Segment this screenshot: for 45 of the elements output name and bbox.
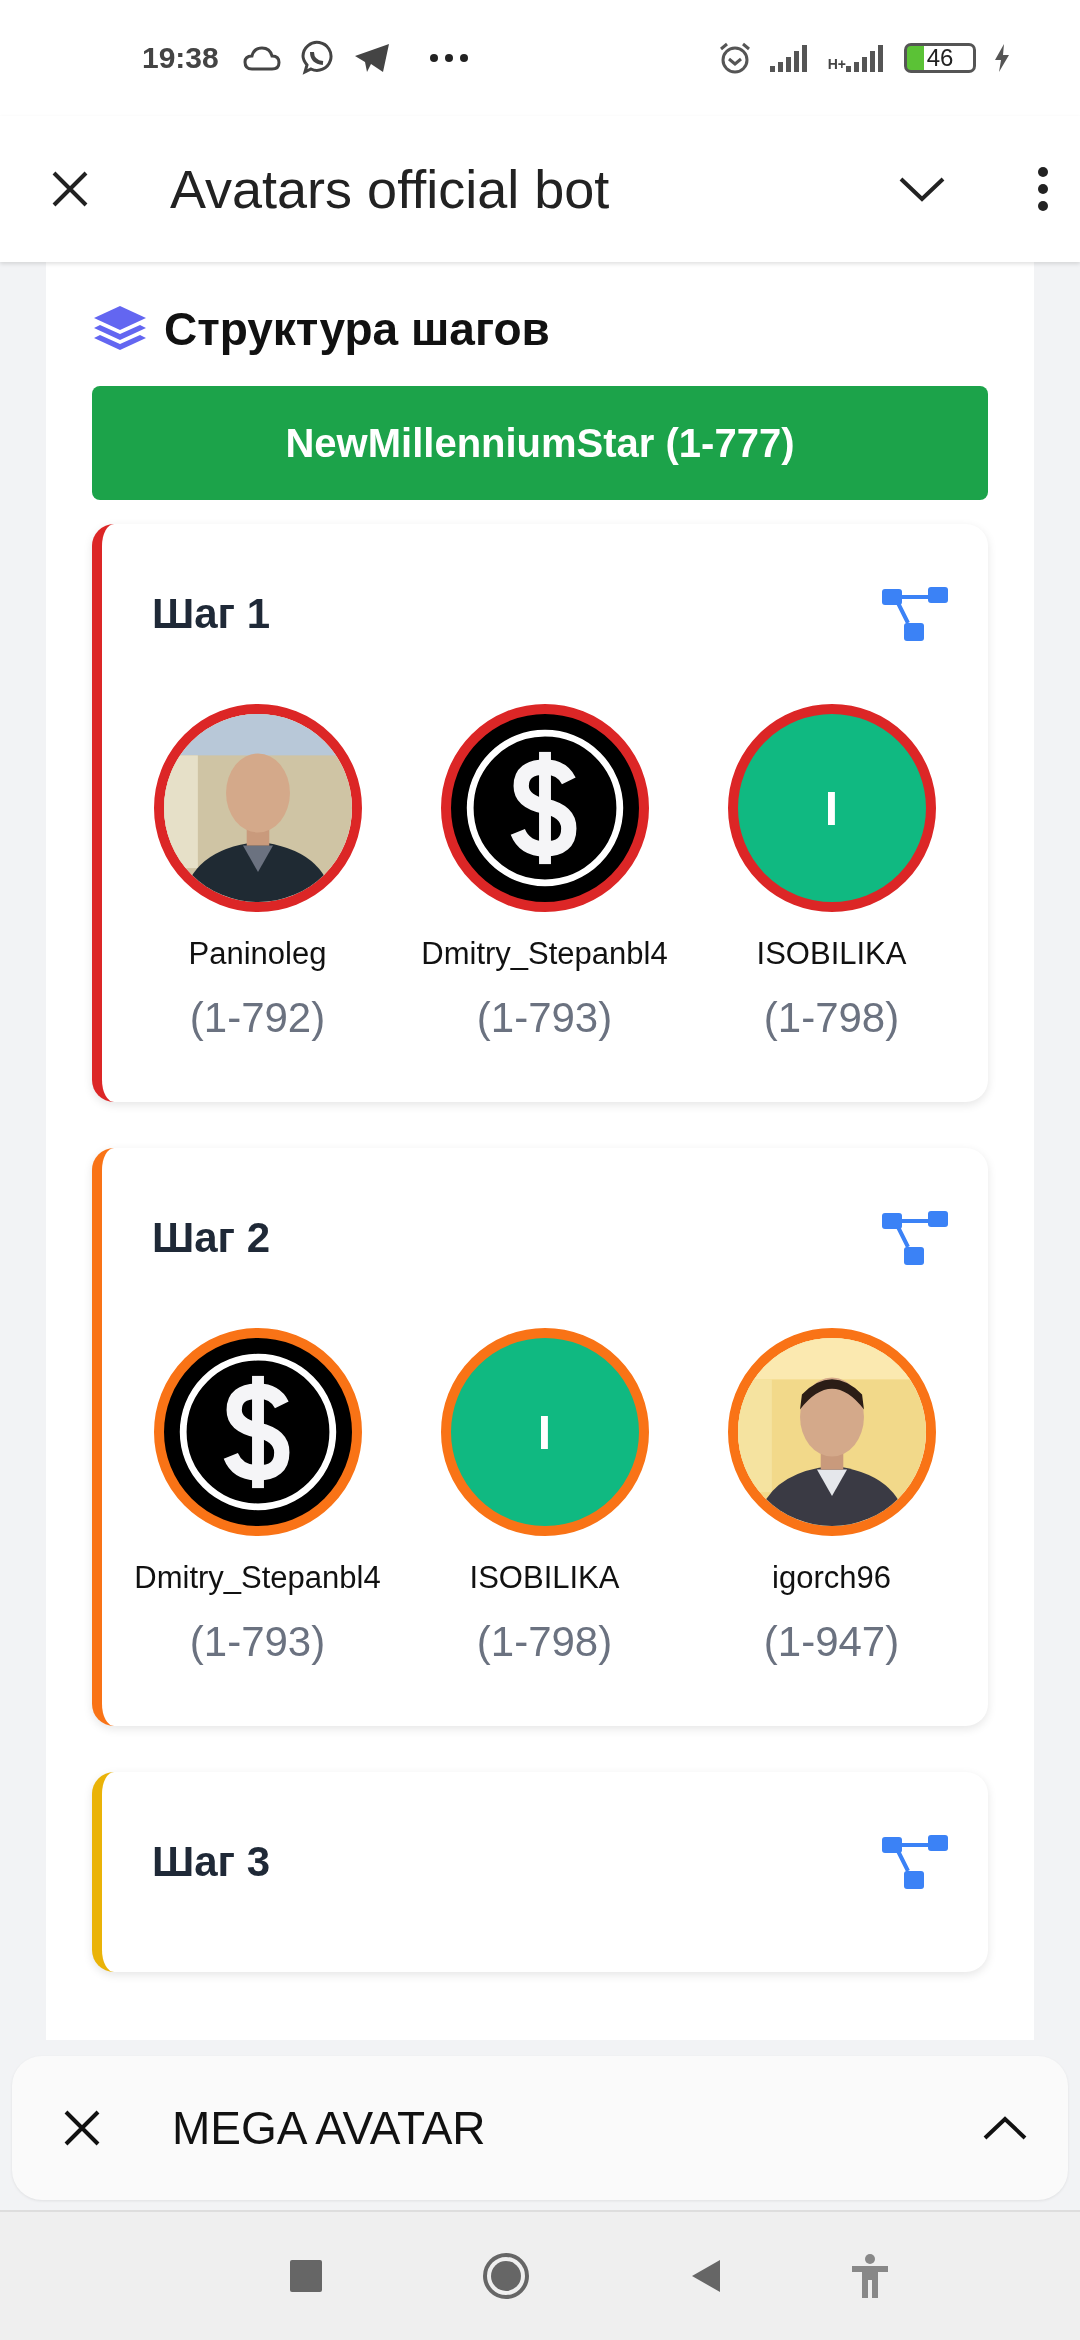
more-vertical-icon[interactable] bbox=[1036, 166, 1050, 212]
avatar[interactable] bbox=[153, 704, 362, 912]
sponsor-banner[interactable]: NewMillenniumStar (1-777) bbox=[92, 386, 988, 500]
signal-icon bbox=[846, 44, 886, 72]
more-icon bbox=[428, 53, 469, 63]
user-code: (1-793) bbox=[476, 994, 613, 1042]
alarm-icon bbox=[717, 41, 752, 75]
user-code: (1-792) bbox=[189, 994, 326, 1042]
network-type: H+ bbox=[827, 56, 846, 72]
user-code: (1-793) bbox=[189, 1618, 326, 1666]
user-code: (1-798) bbox=[476, 1618, 613, 1666]
user-code: (1-947) bbox=[763, 1618, 900, 1666]
user-name: Paninoleg bbox=[188, 936, 327, 972]
hierarchy-icon[interactable] bbox=[882, 1835, 948, 1889]
step-title: Шаг 2 bbox=[152, 1214, 271, 1262]
user-name: igorch96 bbox=[772, 1560, 891, 1596]
accessibility-icon[interactable] bbox=[852, 2254, 888, 2298]
avatar[interactable] bbox=[727, 1328, 936, 1536]
step-title: Шаг 1 bbox=[152, 590, 271, 638]
battery-icon: 46 bbox=[904, 43, 976, 73]
section-title: Структура шагов bbox=[164, 302, 550, 356]
hierarchy-icon[interactable] bbox=[882, 587, 948, 641]
avatar[interactable]: I bbox=[440, 1328, 649, 1536]
user-name: ISOBILIKA bbox=[756, 936, 907, 972]
close-icon[interactable] bbox=[62, 2108, 102, 2148]
window-title: Avatars official bot bbox=[170, 158, 611, 220]
user-code: (1-798) bbox=[763, 994, 900, 1042]
home-icon[interactable] bbox=[482, 2252, 530, 2300]
avatar-letter: I bbox=[824, 780, 839, 836]
back-icon[interactable] bbox=[690, 2258, 722, 2294]
avatar-letter: I bbox=[537, 1404, 552, 1460]
bolt-icon bbox=[994, 44, 1010, 72]
user-name: Dmitry_Stepanbl4 bbox=[421, 936, 668, 972]
hierarchy-icon[interactable] bbox=[882, 1211, 948, 1265]
chevron-down-icon[interactable] bbox=[898, 175, 946, 203]
user-name: ISOBILIKA bbox=[469, 1560, 620, 1596]
step-title: Шаг 3 bbox=[152, 1838, 271, 1886]
cloud-icon bbox=[242, 45, 281, 71]
signal-icon bbox=[769, 44, 810, 72]
close-icon[interactable] bbox=[50, 169, 90, 209]
mini-app-title: MEGA AVATAR bbox=[172, 2101, 487, 2155]
avatar[interactable]: I bbox=[727, 704, 936, 912]
chevron-up-icon[interactable] bbox=[982, 2115, 1028, 2141]
user-name: Dmitry_Stepanbl4 bbox=[134, 1560, 381, 1596]
clock: 19:38 bbox=[142, 41, 219, 75]
